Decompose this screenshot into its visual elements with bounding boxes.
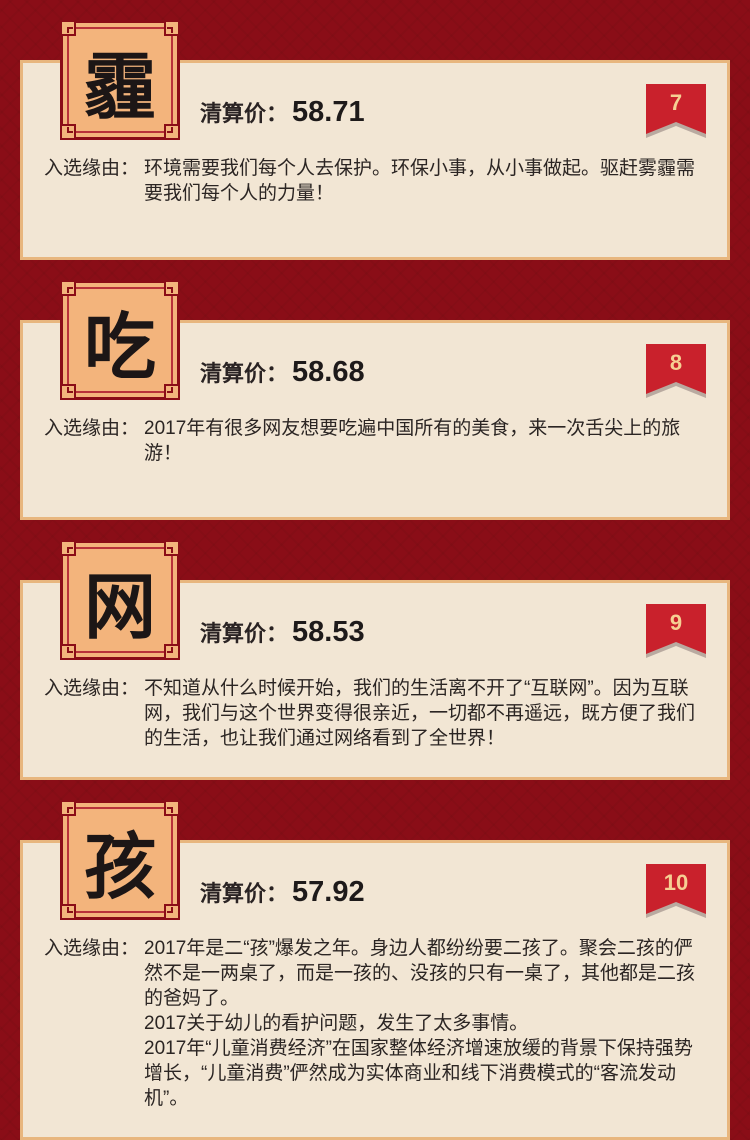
reason-text: 2017年有很多网友想要吃遍中国所有的美食，来一次舌尖上的旅游！ bbox=[144, 416, 708, 466]
rank-number: 8 bbox=[669, 350, 683, 375]
word-tile: 孩 bbox=[60, 800, 180, 920]
word-tile: 吃 bbox=[60, 280, 180, 400]
price-label: 清算价： bbox=[200, 881, 289, 906]
reason-block: 入选缘由： 2017年是二“孩”爆发之年。身边人都纷纷要二孩了。聚会二孩的俨然不… bbox=[44, 936, 708, 1111]
reason-block: 入选缘由： 2017年有很多网友想要吃遍中国所有的美食，来一次舌尖上的旅游！ bbox=[44, 416, 708, 466]
reason-paragraph: 2017年“儿童消费经济”在国家整体经济增速放缓的背景下保持强势增长，“儿童消费… bbox=[144, 1038, 693, 1109]
featured-word: 吃 bbox=[83, 303, 156, 389]
ranking-entry: 孩 清算价： 57.92 10 入选缘由： 2017年是二“孩”爆发之年。身边人… bbox=[0, 780, 750, 1140]
reason-block: 入选缘由： 环境需要我们每个人去保护。环保小事，从小事做起。驱赶雾霾需要我们每个… bbox=[44, 156, 708, 206]
ranking-entry: 吃 清算价： 58.68 8 入选缘由： 2017年有很多网友想要吃遍中国所有的… bbox=[0, 260, 750, 520]
price-label: 清算价： bbox=[200, 361, 289, 386]
reason-label: 入选缘由： bbox=[44, 678, 140, 699]
reason-paragraph: 不知道从什么时候开始，我们的生活离不开了“互联网”。因为互联网，我们与这个世界变… bbox=[144, 678, 696, 749]
price-row: 清算价： 58.71 bbox=[200, 96, 365, 129]
word-tile: 霾 bbox=[60, 20, 180, 140]
reason-label: 入选缘由： bbox=[44, 158, 140, 179]
price-label: 清算价： bbox=[200, 101, 289, 126]
rank-number: 7 bbox=[669, 90, 683, 115]
word-tile: 网 bbox=[60, 540, 180, 660]
price-label: 清算价： bbox=[200, 621, 289, 646]
reason-text: 2017年是二“孩”爆发之年。身边人都纷纷要二孩了。聚会二孩的俨然不是一两桌了，… bbox=[144, 936, 708, 1111]
reason-text: 不知道从什么时候开始，我们的生活离不开了“互联网”。因为互联网，我们与这个世界变… bbox=[144, 676, 708, 751]
rank-number: 9 bbox=[669, 610, 683, 635]
reason-text: 环境需要我们每个人去保护。环保小事，从小事做起。驱赶雾霾需要我们每个人的力量！ bbox=[144, 156, 708, 206]
reason-paragraph: 环境需要我们每个人去保护。环保小事，从小事做起。驱赶雾霾需要我们每个人的力量！ bbox=[144, 158, 696, 204]
reason-paragraph: 2017关于幼儿的看护问题，发生了太多事情。 bbox=[144, 1013, 529, 1034]
rank-number: 10 bbox=[663, 870, 689, 895]
featured-word: 孩 bbox=[83, 823, 156, 909]
ranking-entry: 霾 清算价： 58.71 7 入选缘由： 环境需要我们每个人去保护。环保小事，从… bbox=[0, 0, 750, 260]
featured-word: 网 bbox=[83, 563, 156, 649]
price-row: 清算价： 57.92 bbox=[200, 876, 365, 909]
reason-paragraph: 2017年有很多网友想要吃遍中国所有的美食，来一次舌尖上的旅游！ bbox=[144, 418, 681, 464]
ranking-entry: 网 清算价： 58.53 9 入选缘由： 不知道从什么时候开始，我们的生活离不开… bbox=[0, 520, 750, 780]
price-row: 清算价： 58.53 bbox=[200, 616, 365, 649]
price-value: 57.92 bbox=[292, 876, 365, 908]
reason-label: 入选缘由： bbox=[44, 418, 140, 439]
reason-block: 入选缘由： 不知道从什么时候开始，我们的生活离不开了“互联网”。因为互联网，我们… bbox=[44, 676, 708, 751]
price-row: 清算价： 58.68 bbox=[200, 356, 365, 389]
price-value: 58.71 bbox=[292, 96, 365, 128]
reason-label: 入选缘由： bbox=[44, 938, 140, 959]
price-value: 58.53 bbox=[292, 616, 365, 648]
price-value: 58.68 bbox=[292, 356, 365, 388]
featured-word: 霾 bbox=[83, 43, 156, 129]
reason-paragraph: 2017年是二“孩”爆发之年。身边人都纷纷要二孩了。聚会二孩的俨然不是一两桌了，… bbox=[144, 938, 696, 1009]
